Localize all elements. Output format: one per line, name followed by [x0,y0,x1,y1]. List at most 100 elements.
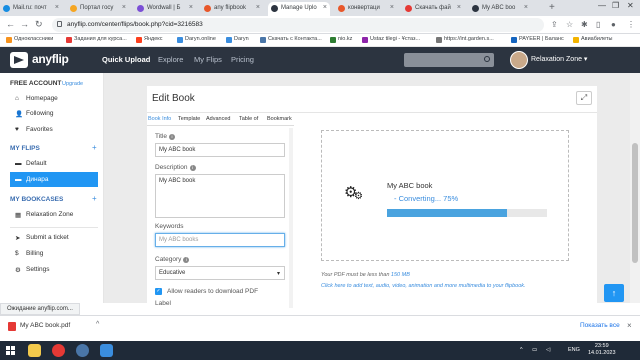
close-tab-icon[interactable]: × [323,4,327,11]
back-icon[interactable]: ← [6,19,15,29]
browser-tab[interactable]: Manage Uplo × [268,2,330,16]
panel-divider [147,112,597,113]
minimize-icon[interactable]: — [598,1,606,10]
bookmark-item[interactable]: PAYEER | Баланс [511,36,564,43]
site-header: anyflip Quick Upload Explore My Flips Pr… [0,47,640,73]
browser-tab[interactable]: Wordwall | Б × [134,2,196,16]
avatar[interactable] [510,51,528,69]
url-input[interactable]: anyflip.com/center/flips/book.php?cid=32… [52,18,544,32]
sidebar-item-favorites[interactable]: ♥ Favorites [10,122,98,137]
scroll-to-top-button[interactable]: ↑ [604,284,624,302]
gear-small-icon: ⚙ [354,191,363,202]
close-icon[interactable]: × [627,321,632,330]
vk-icon[interactable] [76,344,89,357]
upgrade-link[interactable]: Upgrade [62,81,83,87]
volume-icon[interactable]: ◁ [546,347,550,353]
browser-tab[interactable]: конвертаци × [335,2,397,16]
search-icon[interactable] [484,56,490,62]
nav-pricing[interactable]: Pricing [231,55,254,64]
site-search-input[interactable] [404,53,494,67]
site-logo[interactable]: anyflip [32,52,69,66]
sidebar-item-relaxation-zone[interactable]: ▦ Relaxation Zone [10,207,98,222]
bookmark-item[interactable]: https://int.garden.s... [436,36,494,43]
reload-icon[interactable]: ↻ [35,19,43,30]
keywords-label: Keywords [155,223,184,230]
sidepanel-icon[interactable]: ▯ [596,20,600,29]
forward-icon[interactable]: → [20,19,29,29]
download-item[interactable]: My ABC book.pdf [8,322,70,331]
close-tab-icon[interactable]: × [256,4,260,11]
menu-icon[interactable]: ⋮ [627,20,635,29]
user-menu[interactable]: Relaxation Zone ▾ [531,55,587,63]
title-field[interactable]: My ABC book [155,143,285,157]
sidebar-item-following[interactable]: 👤 Following [10,106,98,121]
close-tab-icon[interactable]: × [189,4,193,11]
close-tab-icon[interactable]: × [390,4,394,11]
star-icon[interactable]: ☆ [566,20,573,29]
sidebar-item-settings[interactable]: ⚙ Settings [10,262,98,277]
browser-tab[interactable]: My ABC boo × [469,2,531,16]
show-all-button[interactable]: Показать все [580,322,620,329]
tab-bookmark[interactable]: Bookmark [267,116,292,122]
favicon-icon [472,5,479,12]
bookmark-item[interactable]: Авиабилеты [573,36,613,43]
fullscreen-icon[interactable]: ⤢ [576,91,592,105]
nav-explore[interactable]: Explore [158,55,183,64]
new-tab-button[interactable]: + [549,2,555,13]
multimedia-link[interactable]: Click here to add text, audio, video, an… [321,283,526,289]
maximize-icon[interactable]: ❐ [612,1,619,10]
app-icon[interactable] [100,344,113,357]
sidebar-item-default[interactable]: ▬ Default [10,156,98,171]
bookmark-item[interactable]: nio.kz [330,36,352,43]
chevron-up-icon[interactable]: ^ [96,321,99,328]
bookmark-favicon-icon [511,37,517,43]
folder-icon: ▬ [15,176,22,183]
network-icon[interactable]: ▭ [532,347,537,353]
bookmark-item[interactable]: Одноклассники [6,36,53,43]
page-scrollbar[interactable] [630,73,640,303]
browser-tab[interactable]: Скачать фай × [402,2,464,16]
share-icon[interactable]: ⇪ [551,20,558,29]
browser-tab[interactable]: any flipbook × [201,2,263,16]
category-select[interactable]: Educative ▾ [155,266,285,280]
sidebar-item-billing[interactable]: $ Billing [10,246,98,261]
sidebar-item-homepage[interactable]: ⌂ Homepage [10,91,98,106]
add-flip-icon[interactable]: + [92,143,97,152]
bookmark-item[interactable]: Daryn [226,36,249,43]
tab-table-of-contents[interactable]: Table of [239,116,258,122]
close-tab-icon[interactable]: × [55,4,59,11]
scrollbar-thumb[interactable] [632,143,638,263]
sidebar-item-dinara[interactable]: ▬ Динара [10,172,98,187]
close-window-icon[interactable]: ✕ [627,1,634,10]
clock[interactable]: 23:59 14.01.2023 [588,343,616,357]
bookmark-item[interactable]: Яндекс [136,36,163,43]
anyflip-logo-icon[interactable] [10,52,28,68]
bookmark-item[interactable]: Ustaz tilegi - Ұстаз... [362,36,420,43]
profile-icon[interactable]: ● [611,20,616,29]
browser-tab[interactable]: Mail.ru: почт × [0,2,62,16]
language-indicator[interactable]: ENG [568,347,580,353]
extensions-icon[interactable]: ✱ [581,20,588,29]
file-explorer-icon[interactable] [28,344,41,357]
form-scrollbar[interactable] [289,128,293,308]
tab-advanced[interactable]: Advanced [206,116,230,122]
sidebar-item-submit-ticket[interactable]: ➤ Submit a ticket [10,230,98,245]
nav-my-flips[interactable]: My Flips [194,55,222,64]
description-field[interactable]: My ABC book [155,174,285,218]
browser-tab[interactable]: Портал госу × [67,2,129,16]
bookmark-item[interactable]: Daryn.online [177,36,216,43]
tab-book-info[interactable]: Book Info [148,116,171,122]
chrome-icon[interactable] [52,344,65,357]
bookmark-item[interactable]: Скачать с Контакта... [260,36,322,43]
tab-template[interactable]: Template [178,116,200,122]
close-tab-icon[interactable]: × [122,4,126,11]
keywords-field[interactable]: My ABC books [155,233,285,247]
close-tab-icon[interactable]: × [457,4,461,11]
windows-start-icon[interactable] [6,346,15,355]
add-bookcase-icon[interactable]: + [92,194,97,203]
allow-download-checkbox[interactable]: ✓ [155,288,162,295]
close-tab-icon[interactable]: × [524,4,528,11]
bookmark-item[interactable]: Задания для курса... [66,36,127,43]
tray-arrow-icon[interactable]: ^ [520,347,523,353]
nav-quick-upload[interactable]: Quick Upload [102,55,150,64]
